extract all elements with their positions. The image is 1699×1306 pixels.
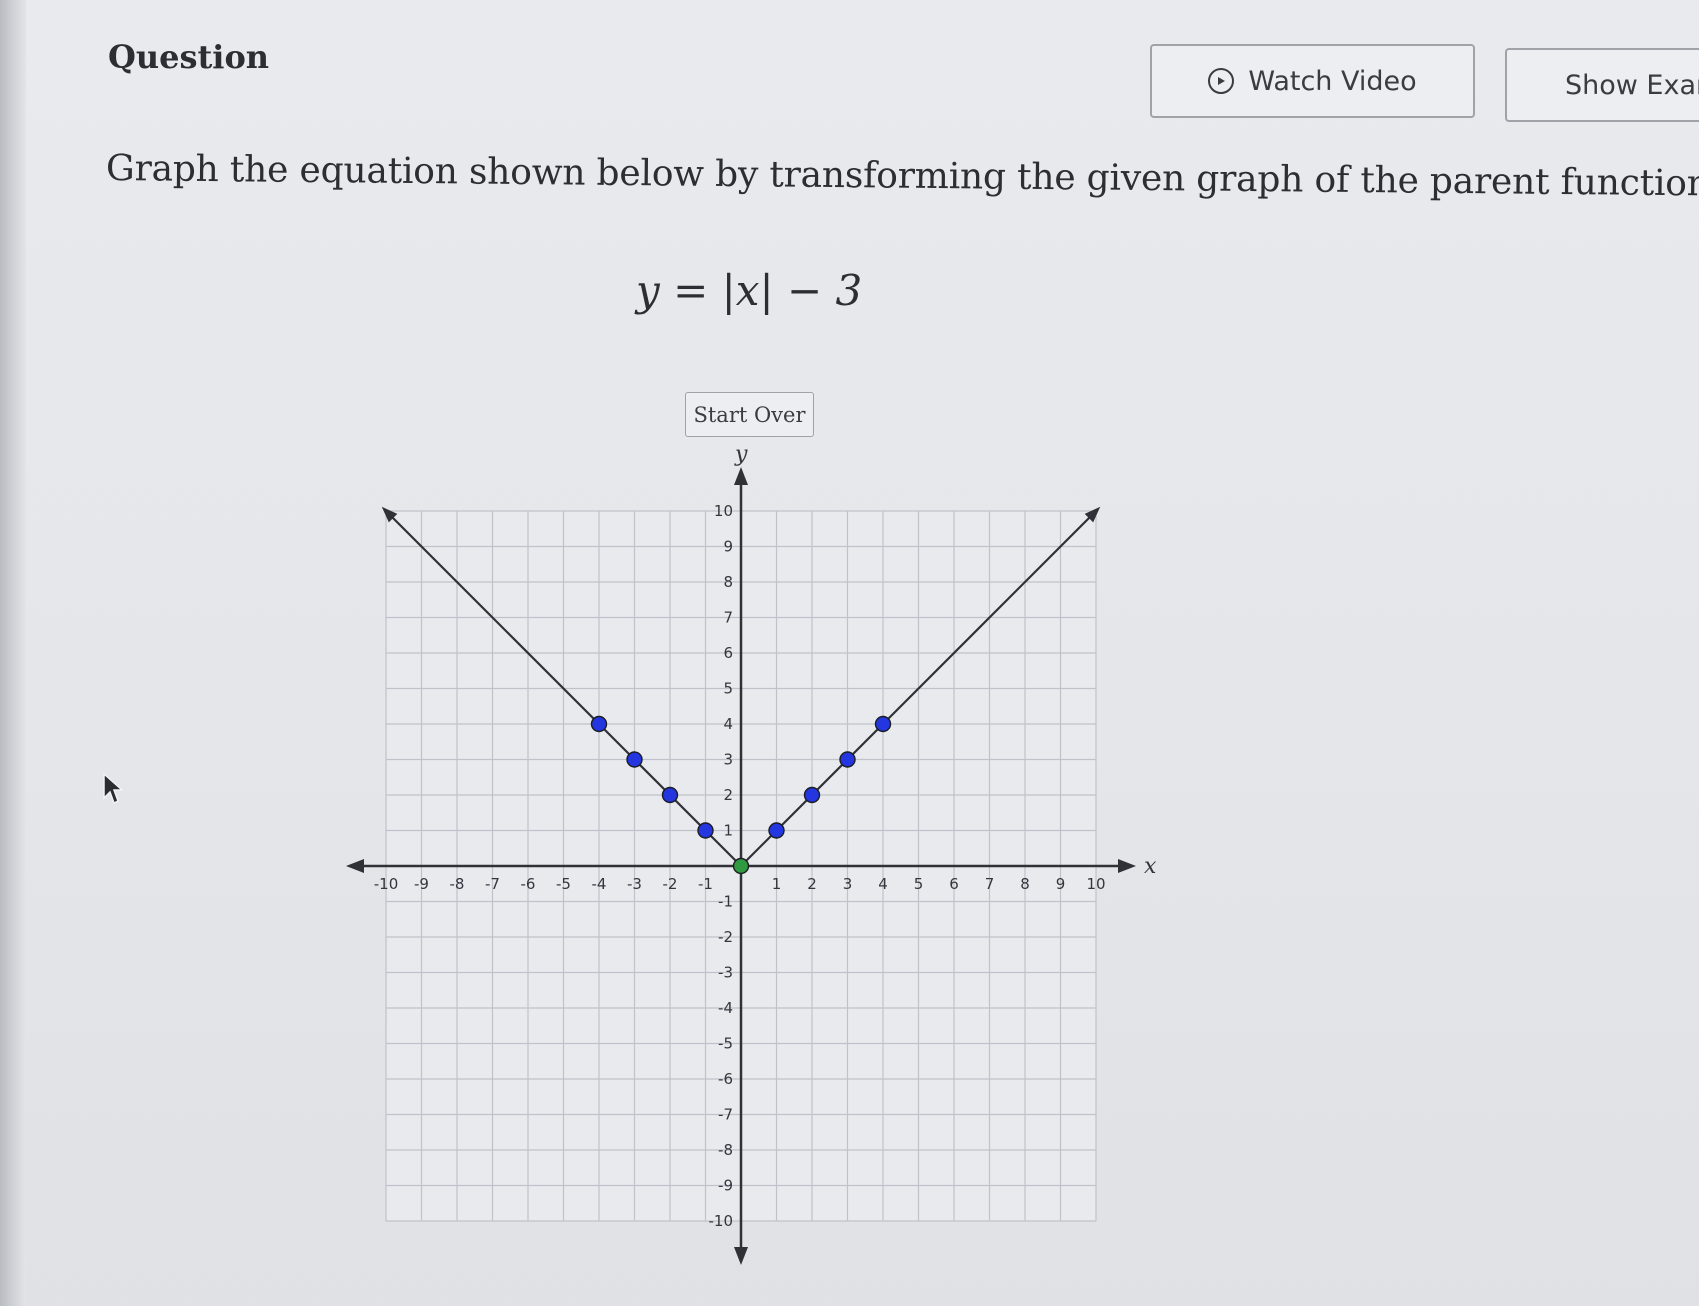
x-tick-label: 6 [949,875,959,893]
y-tick-label: -7 [718,1106,733,1124]
y-tick-label: -4 [718,999,733,1017]
graph-point[interactable] [590,715,608,733]
y-tick-label: 1 [723,822,733,840]
x-tick-label: -8 [450,875,465,893]
y-tick-label: 2 [723,786,733,804]
x-tick-label: -1 [698,875,713,893]
y-tick-label: 4 [723,715,733,733]
y-tick-label: -6 [718,1070,733,1088]
x-tick-label: 5 [914,875,924,893]
x-tick-label: -6 [521,875,536,893]
x-tick-label: 10 [1086,875,1105,893]
coordinate-graph[interactable]: -10 -9 -8 -7 -6 -5 -4 -3 -2 -1 1 2 3 4 5 6 7 8 9 10 -10 -9 -8 -… [0,0,1699,1306]
y-axis-arrow-up [734,467,748,485]
y-tick-label: -2 [718,928,733,946]
x-axis-arrow-right [1118,859,1136,873]
x-tick-label: -3 [627,875,642,893]
y-tick-label: -3 [718,964,733,982]
y-tick-label: -1 [718,893,733,911]
x-tick-label: 7 [985,875,995,893]
graph-point[interactable] [697,822,714,839]
mouse-pointer-icon [103,772,124,805]
x-tick-label: 8 [1020,875,1030,893]
x-axis-arrow-left [346,859,364,873]
y-tick-label: -10 [709,1212,734,1230]
y-tick-label: 9 [723,538,733,556]
x-tick-label: 2 [807,875,817,893]
x-tick-label: 4 [878,875,888,893]
y-tick-label: -9 [718,1177,733,1195]
y-tick-label: 8 [723,573,733,591]
graph-point[interactable] [626,751,643,768]
x-axis-label: x [1144,854,1157,879]
x-tick-label: -7 [485,875,500,893]
x-tick-label: -9 [414,875,429,893]
y-tick-label: 7 [723,609,733,627]
x-tick-label: -2 [663,875,678,893]
vertex-point[interactable] [732,857,750,875]
x-tick-label: -10 [374,875,399,893]
x-tick-label: 3 [843,875,853,893]
x-tick-label: -5 [556,875,571,893]
y-tick-label: 10 [714,502,733,520]
y-tick-label: 3 [723,751,733,769]
y-tick-label: -8 [718,1141,733,1159]
graph-point[interactable] [839,751,856,768]
graph-point[interactable] [661,786,679,804]
y-tick-label: 6 [723,644,733,662]
graph-point[interactable] [874,715,892,733]
y-tick-label: -5 [718,1035,733,1053]
graph-point[interactable] [768,822,785,839]
y-tick-label: 5 [723,680,733,698]
y-axis-arrow-down [734,1247,748,1265]
x-tick-label: 9 [1056,875,1066,893]
y-axis-label: y [734,442,748,467]
graph-point[interactable] [803,786,821,804]
x-tick-label: 1 [772,875,782,893]
x-tick-label: -4 [592,875,607,893]
